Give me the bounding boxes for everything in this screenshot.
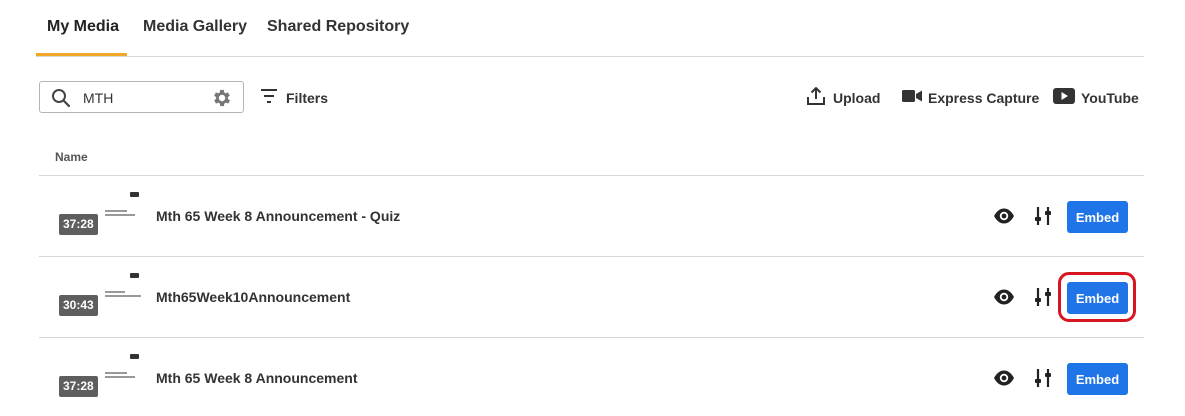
table-row[interactable]: 30:43 Mth65Week10Announcement Embed <box>39 257 1144 338</box>
sliders-icon[interactable] <box>1033 368 1053 388</box>
thumbnail-webcam-icon <box>130 354 139 359</box>
thumbnail-webcam-icon <box>130 192 139 197</box>
thumbnail-slide-text <box>105 210 145 220</box>
filters-button[interactable]: Filters <box>260 88 328 108</box>
search-box <box>39 81 244 113</box>
duration-badge: 37:28 <box>59 376 98 397</box>
search-input[interactable] <box>83 88 203 108</box>
table-header: Name <box>39 138 1144 176</box>
embed-button[interactable]: Embed <box>1067 363 1128 395</box>
filters-label: Filters <box>286 90 329 106</box>
upload-button[interactable]: Upload <box>806 86 881 111</box>
search-icon <box>51 88 71 108</box>
sliders-icon[interactable] <box>1033 287 1053 307</box>
video-camera-icon <box>902 88 922 109</box>
media-title[interactable]: Mth65Week10Announcement <box>156 289 350 305</box>
column-name-header[interactable]: Name <box>55 150 88 164</box>
thumbnail-slide-text <box>105 372 145 382</box>
table-row[interactable]: 37:28 Mth 65 Week 8 Announcement Embed <box>39 338 1144 416</box>
eye-icon[interactable] <box>993 369 1015 387</box>
youtube-label: YouTube <box>1081 90 1139 106</box>
gear-icon[interactable] <box>211 87 233 109</box>
tab-shared-repository[interactable]: Shared Repository <box>267 18 409 36</box>
eye-icon[interactable] <box>993 288 1015 306</box>
active-tab-indicator <box>36 53 127 56</box>
duration-badge: 30:43 <box>59 295 98 316</box>
tab-media-gallery[interactable]: Media Gallery <box>143 18 247 36</box>
thumbnail-webcam-icon <box>130 273 139 278</box>
express-capture-button[interactable]: Express Capture <box>902 87 1039 109</box>
sliders-icon[interactable] <box>1033 206 1053 226</box>
thumbnail-slide-text <box>105 291 145 301</box>
upload-label: Upload <box>833 90 881 106</box>
table-row[interactable]: 37:28 Mth 65 Week 8 Announcement - Quiz … <box>39 176 1144 257</box>
tab-my-media[interactable]: My Media <box>47 18 119 36</box>
media-tabs: My Media Media Gallery Shared Repository <box>36 0 1144 57</box>
media-title[interactable]: Mth 65 Week 8 Announcement <box>156 370 357 386</box>
eye-icon[interactable] <box>993 207 1015 225</box>
filter-lines-icon <box>260 88 278 109</box>
embed-button[interactable]: Embed <box>1067 282 1128 314</box>
youtube-button[interactable]: YouTube <box>1053 87 1139 109</box>
media-title[interactable]: Mth 65 Week 8 Announcement - Quiz <box>156 208 400 224</box>
embed-button[interactable]: Embed <box>1067 201 1128 233</box>
upload-icon <box>806 86 826 111</box>
video-thumbnail[interactable]: 37:28 <box>57 354 145 404</box>
video-thumbnail[interactable]: 30:43 <box>57 273 145 323</box>
youtube-icon <box>1053 87 1075 110</box>
duration-badge: 37:28 <box>59 214 98 235</box>
video-thumbnail[interactable]: 37:28 <box>57 192 145 242</box>
express-capture-label: Express Capture <box>928 90 1040 106</box>
